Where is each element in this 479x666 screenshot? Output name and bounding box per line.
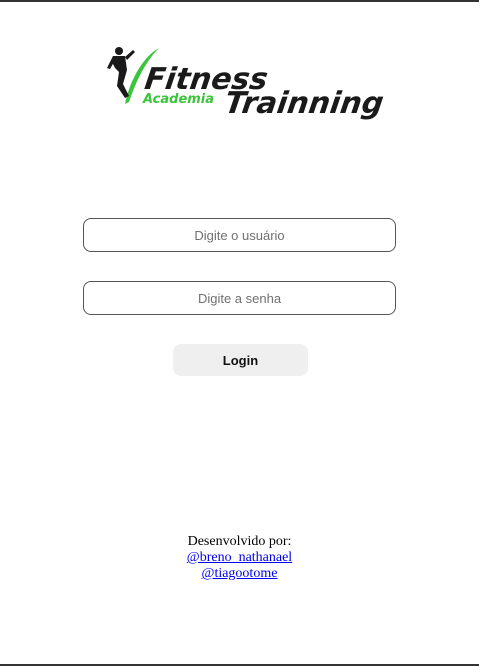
author-link-breno[interactable]: @breno_nathanael [0,550,479,566]
logo-word-trainning: Trainning [222,86,386,121]
logo-word-academia: Academia [143,92,215,107]
login-button[interactable]: Login [173,344,308,376]
developed-by-label: Desenvolvido por: [187,534,292,549]
password-input[interactable] [83,281,396,315]
fitness-trainning-logo: Fitness Academia Trainning [107,44,386,124]
credits: Desenvolvido por: @breno_nathanael @tiag… [0,534,479,582]
author-link-tiago[interactable]: @tiagootome [0,566,479,582]
top-border [0,0,479,2]
username-input[interactable] [83,218,396,252]
